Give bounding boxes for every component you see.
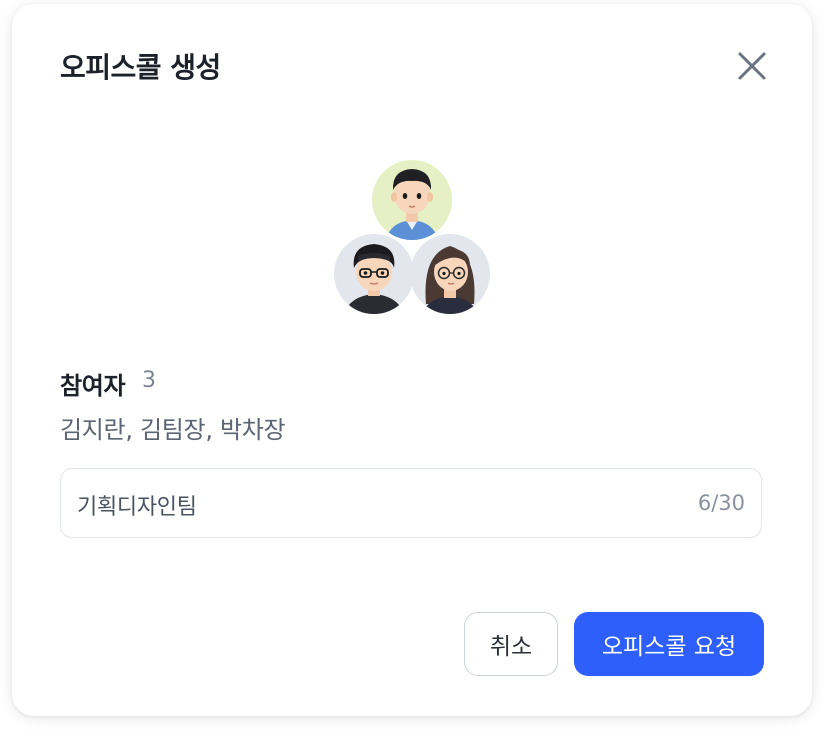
call-name-value[interactable]: 기획디자인팀 bbox=[77, 489, 197, 521]
request-office-call-button[interactable]: 오피스콜 요청 bbox=[574, 612, 764, 676]
participants-count: 3 bbox=[142, 368, 156, 393]
close-icon bbox=[738, 52, 766, 80]
call-name-input[interactable]: 기획디자인팀 6/30 bbox=[60, 468, 762, 538]
avatar-man-short-hair bbox=[372, 160, 452, 240]
dialog-title: 오피스콜 생성 bbox=[60, 51, 221, 84]
participants-names: 김지란, 김팀장, 박차장 bbox=[60, 416, 286, 444]
participants-label: 참여자 bbox=[60, 372, 126, 400]
avatar-man-glasses bbox=[334, 234, 414, 314]
avatar-woman-glasses bbox=[410, 234, 490, 314]
cancel-button[interactable]: 취소 bbox=[464, 612, 558, 676]
create-office-call-dialog: 오피스콜 생성 참여자 3 김지란, 김팀장, 박차장 기획디자인팀 6/30 … bbox=[12, 4, 812, 716]
participant-avatars bbox=[334, 160, 490, 316]
char-counter: 6/30 bbox=[697, 491, 745, 515]
close-button[interactable] bbox=[730, 44, 774, 88]
